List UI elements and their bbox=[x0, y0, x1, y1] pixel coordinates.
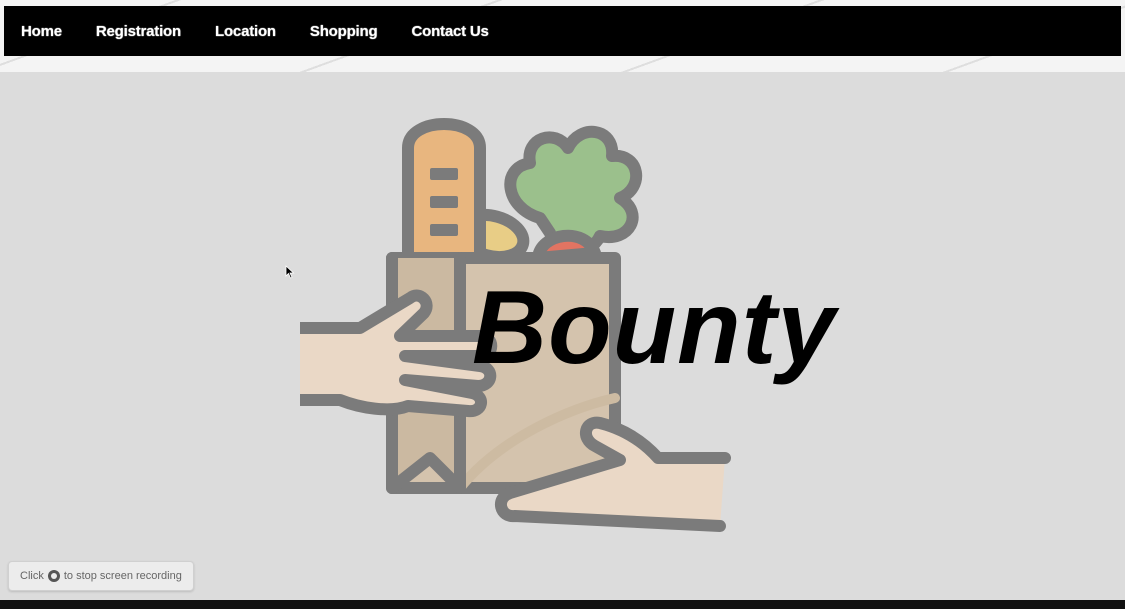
nav-home-link[interactable]: Home bbox=[21, 23, 62, 40]
mouse-pointer-icon bbox=[285, 265, 295, 279]
nav-registration-link[interactable]: Registration bbox=[96, 23, 181, 40]
screen-recording-toast[interactable]: Click to stop screen recording bbox=[8, 561, 194, 591]
nav-location-link[interactable]: Location bbox=[215, 23, 276, 40]
bottom-edge-bar bbox=[0, 600, 1125, 609]
top-nav-bar: Home Registration Location Shopping Cont… bbox=[4, 6, 1121, 56]
nav-contact-us-link[interactable]: Contact Us bbox=[411, 23, 488, 40]
stop-recording-icon[interactable] bbox=[47, 570, 60, 582]
toast-suffix-text: to stop screen recording bbox=[63, 570, 182, 582]
toast-prefix-text: Click bbox=[20, 570, 44, 582]
brand-logo-text: Bounty bbox=[472, 270, 837, 386]
nav-shopping-link[interactable]: Shopping bbox=[310, 23, 378, 40]
